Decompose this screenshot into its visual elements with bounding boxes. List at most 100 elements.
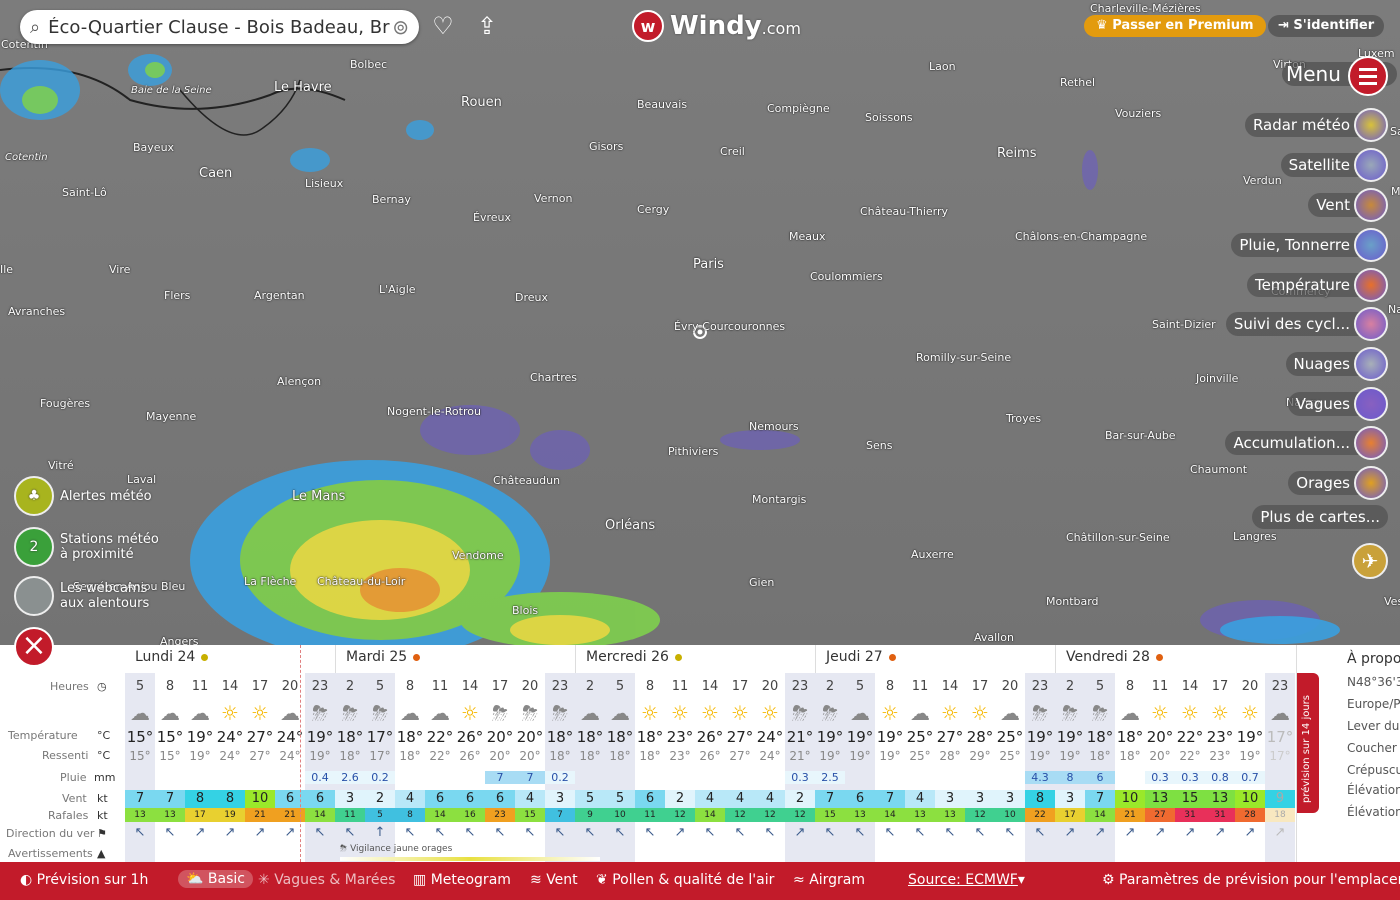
- left-button-webcam[interactable]: Les webcams aux alentours: [14, 576, 170, 616]
- temperature-cell: 25°: [996, 728, 1024, 746]
- gust-cell: 12: [665, 808, 695, 822]
- gust-cell: 12: [965, 808, 995, 822]
- gust-cell: 17: [1055, 808, 1085, 822]
- layer-cyclone[interactable]: Suivi des cycl...: [1225, 307, 1388, 341]
- day-label: Mercredi 26: [586, 649, 669, 665]
- feels-like-cell: 27°: [729, 749, 751, 763]
- airplane-button[interactable]: ✈: [1352, 543, 1388, 579]
- wind-cell: 7: [875, 790, 905, 808]
- rain-cell: 0.2: [365, 771, 395, 784]
- gust-cell: 12: [785, 808, 815, 822]
- toolbar-item-source-dropdown[interactable]: Source: ECMWF▾: [908, 872, 1025, 888]
- layer-more[interactable]: Plus de cartes...: [1252, 500, 1388, 534]
- map-city-label: Meaux: [789, 230, 826, 243]
- feels-like-cell: 25°: [909, 749, 931, 763]
- sun-icon: ☼: [761, 701, 779, 725]
- windy-logo[interactable]: w Windy.com: [632, 10, 801, 42]
- day-header[interactable]: Jeudi 27: [826, 649, 896, 665]
- locate-icon[interactable]: ⊚: [392, 15, 409, 39]
- favorite-heart-icon[interactable]: ♡: [428, 12, 458, 42]
- share-upload-icon[interactable]: ⇪: [472, 12, 502, 42]
- day-header[interactable]: Mardi 25: [346, 649, 421, 665]
- toolbar-item-waves[interactable]: ✳ Vagues & Marées: [258, 872, 395, 888]
- gust-cell: 14: [305, 808, 335, 822]
- menu-button[interactable]: Menu: [1282, 56, 1397, 96]
- layer-temperature[interactable]: Température: [1246, 268, 1388, 302]
- map-city-label: La Flèche: [244, 575, 297, 588]
- search-bar[interactable]: ⌕ Éco-Quartier Clause - Bois Badeau, Br …: [20, 10, 419, 44]
- map-city-label: Laon: [929, 60, 956, 73]
- toolbar-item-pollen[interactable]: ❦ Pollen & qualité de l'air: [596, 872, 774, 888]
- toolbar-item-airgram[interactable]: ≈ Airgram: [793, 872, 865, 888]
- hour-cell: 17: [971, 679, 989, 694]
- day-header[interactable]: Mercredi 26: [586, 649, 682, 665]
- unit-rain[interactable]: mm: [94, 771, 115, 784]
- left-button-alert-tree[interactable]: ♣ Alertes météo: [14, 476, 170, 516]
- temperature-cell: 18°: [336, 728, 364, 746]
- close-forecast-button[interactable]: ×: [14, 627, 54, 667]
- map-city-label: Nogent-le-Rotrou: [387, 405, 481, 418]
- feels-like-cell: 17°: [369, 749, 391, 763]
- toolbar-item-stopwatch[interactable]: ◐ Prévision sur 1h: [20, 872, 148, 888]
- left-button-station[interactable]: 2 Stations météo à proximité: [14, 527, 170, 567]
- feels-like-cell: 17°: [1269, 749, 1291, 763]
- map-city-label: Orléans: [605, 518, 656, 533]
- toolbar-item-wind[interactable]: ≋ Vent: [530, 872, 578, 888]
- layer-waves[interactable]: Vagues: [1287, 387, 1388, 421]
- search-input[interactable]: Éco-Quartier Clause - Bois Badeau, Br: [48, 17, 392, 38]
- rain-cell: 0.3: [1175, 771, 1205, 784]
- toolbar-item-meteogram[interactable]: ▥ Meteogram: [413, 872, 511, 888]
- toolbar-item-settings-gear[interactable]: ⚙ Paramètres de prévision pour l'emplace…: [1102, 872, 1400, 888]
- wind-icon: ≋: [530, 872, 547, 888]
- unit-gusts[interactable]: kt: [97, 809, 108, 822]
- wind-direction-arrow-icon: ↖: [344, 825, 356, 840]
- forecast-14-days-tab[interactable]: prévision sur 14 jours: [1297, 673, 1319, 813]
- hour-cell: 17: [731, 679, 749, 694]
- map-city-label: Caen: [199, 166, 233, 181]
- map-city-label: Vitré: [48, 459, 74, 472]
- wind-cell: 10: [245, 790, 275, 808]
- warning-icon: ▲: [97, 847, 106, 860]
- login-button[interactable]: ⇥ S'identifier: [1268, 15, 1385, 37]
- layer-wind[interactable]: Vent: [1308, 188, 1388, 222]
- day-header[interactable]: Vendredi 28: [1066, 649, 1163, 665]
- map-city-label: Évreux: [473, 211, 511, 224]
- layer-clouds[interactable]: Nuages: [1285, 347, 1388, 381]
- layer-accumulation[interactable]: Accumulation...: [1225, 426, 1388, 460]
- hour-cell: 11: [431, 679, 449, 694]
- gust-cell: 13: [155, 808, 185, 822]
- hamburger-icon: [1348, 56, 1388, 96]
- premium-label: Passer en Premium: [1112, 18, 1254, 33]
- day-header[interactable]: Lundi 24: [135, 649, 209, 665]
- hour-cell: 5: [1095, 679, 1105, 694]
- unit-wind[interactable]: kt: [97, 792, 108, 805]
- gust-cell: 12: [725, 808, 755, 822]
- gust-cell: 13: [125, 808, 155, 822]
- map-city-label: Vernon: [534, 192, 573, 205]
- temperature-cell: 20°: [1146, 728, 1174, 746]
- wind-direction-arrow-icon: ↖: [824, 825, 836, 840]
- map-city-label: Rethel: [1060, 76, 1096, 89]
- feels-like-cell: 19°: [1239, 749, 1261, 763]
- gust-cell: 17: [185, 808, 215, 822]
- rain-cloud-icon: ⛈: [522, 701, 538, 725]
- wind-cell: 6: [425, 790, 455, 808]
- wind-direction-arrow-icon: ↖: [644, 825, 656, 840]
- wind-cell: 3: [545, 790, 575, 808]
- hour-cell: 20: [1001, 679, 1019, 694]
- premium-button[interactable]: ♛ Passer en Premium: [1084, 15, 1266, 37]
- gust-cell: 28: [1235, 808, 1265, 822]
- layer-thunder[interactable]: Orages: [1288, 466, 1388, 500]
- unit-temp[interactable]: °C: [97, 729, 110, 742]
- layer-satellite[interactable]: Satellite: [1280, 148, 1388, 182]
- location-info-line[interactable]: À propo: [1347, 651, 1400, 667]
- layer-radar[interactable]: Radar météo: [1244, 108, 1388, 142]
- toolbar-item-basic[interactable]: ⛅ Basic: [178, 870, 253, 888]
- storm-warning-icon: ⛈: [340, 844, 351, 854]
- temperature-cell: 21°: [786, 728, 814, 746]
- login-label: S'identifier: [1293, 18, 1375, 33]
- warning-banner[interactable]: ⛈ Vigilance jaune orages: [340, 844, 452, 854]
- rain-cell: 7: [485, 771, 515, 784]
- layer-rain[interactable]: Pluie, Tonnerre: [1231, 228, 1388, 262]
- unit-feels[interactable]: °C: [97, 749, 110, 762]
